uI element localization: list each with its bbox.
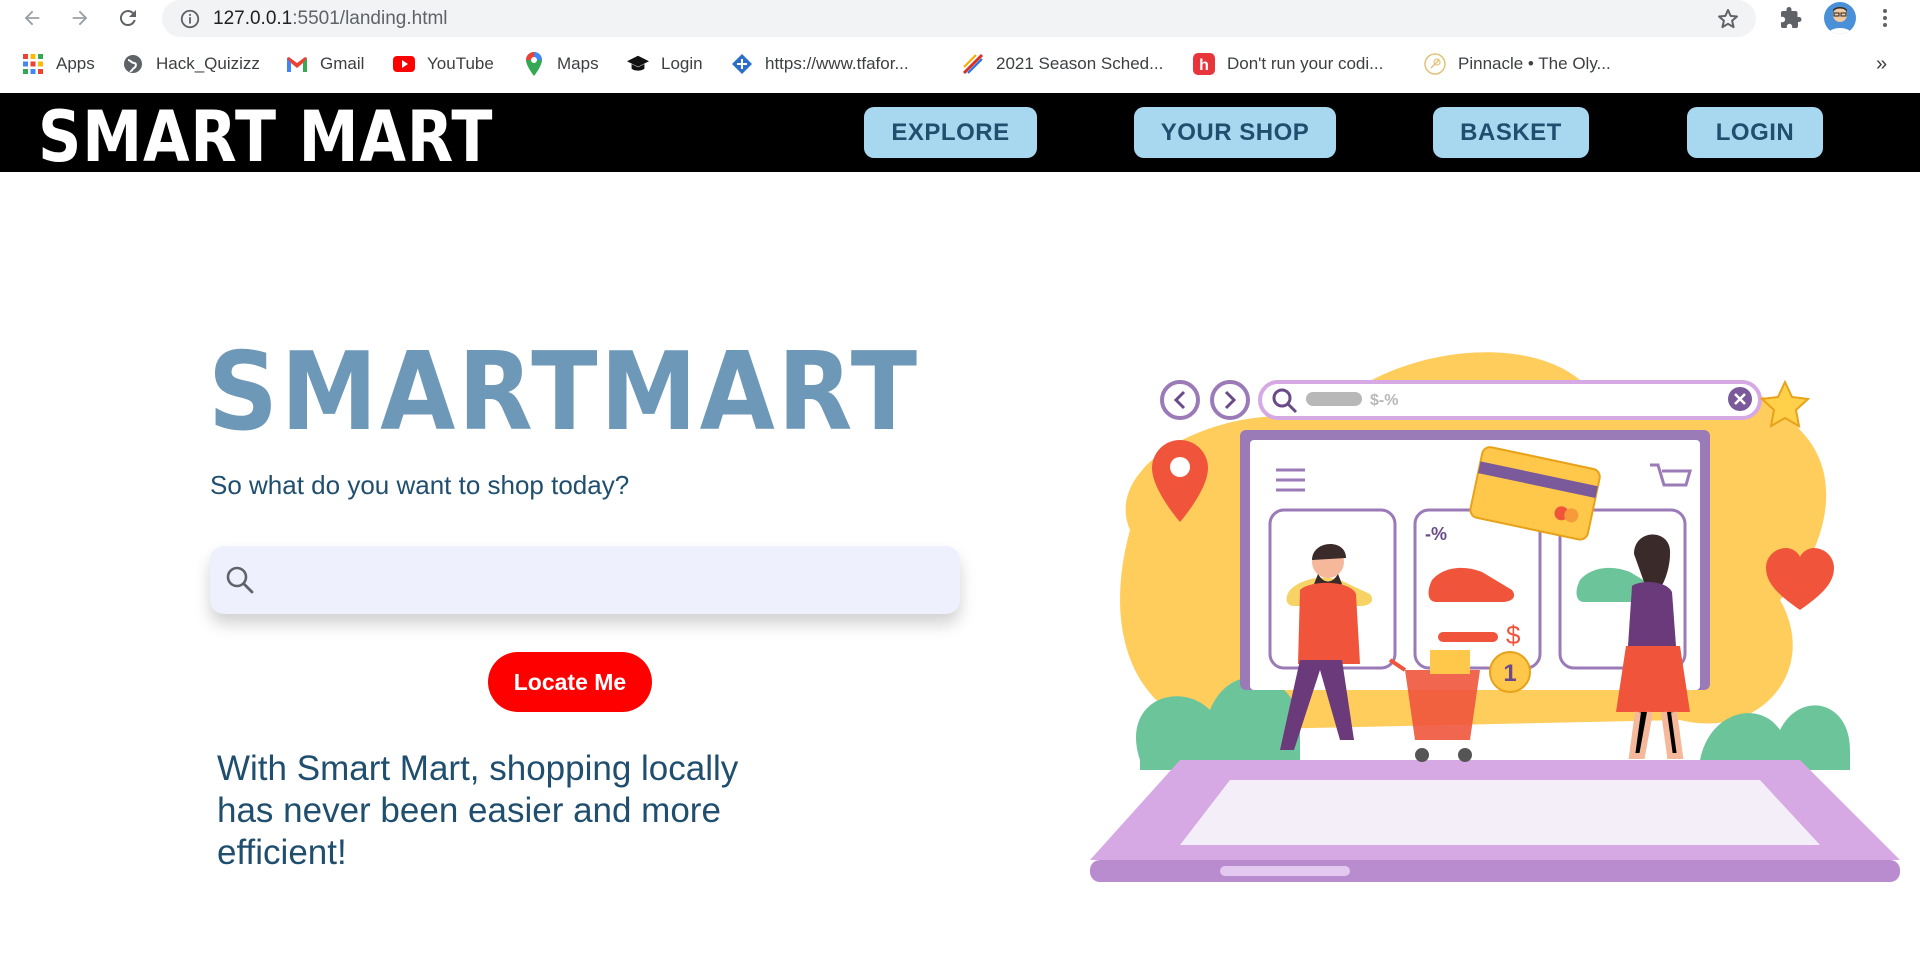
menu-kebab-icon[interactable] <box>1878 6 1892 30</box>
overflow-chevron-icon: » <box>1876 53 1888 75</box>
locate-me-button[interactable]: Locate Me <box>488 652 652 712</box>
illus-back-icon <box>1160 380 1200 420</box>
bookmark-label: Maps <box>557 54 599 73</box>
cart-badge-count: 1 <box>1503 660 1516 687</box>
laptop-front-edge <box>1090 860 1900 882</box>
site-navbar: SMART MART EXPLORE YOUR SHOP BASKET LOGI… <box>0 93 1920 178</box>
schedule-icon <box>962 53 984 75</box>
illus-search-text: $-% <box>1370 392 1398 409</box>
address-bar[interactable]: 127.0.0.1:5501/landing.html <box>162 0 1756 37</box>
maps-pin-icon <box>523 52 545 76</box>
bookmark-label: Gmail <box>320 54 365 73</box>
url-text: 127.0.0.1:5501/landing.html <box>213 8 448 30</box>
reload-icon <box>119 10 136 27</box>
back-button[interactable] <box>20 6 44 30</box>
bookmark-login[interactable]: Login <box>627 53 703 75</box>
laptop-screen-inset <box>1180 780 1820 845</box>
bookmark-maps[interactable]: Maps <box>523 52 599 76</box>
bookmark-star-icon[interactable] <box>1716 7 1740 31</box>
arrow-right-icon <box>72 10 88 26</box>
h-icon: h <box>1193 53 1215 75</box>
profile-avatar[interactable] <box>1824 2 1856 34</box>
price-bar <box>1438 632 1498 642</box>
arrow-left-icon <box>24 10 40 26</box>
gmail-icon <box>286 53 308 75</box>
url-path: :5501/landing.html <box>292 8 448 29</box>
avatar-icon <box>1828 7 1852 34</box>
bookmark-tfafor[interactable]: https://www.tfafor... <box>731 53 909 75</box>
bookmark-label: Apps <box>56 54 95 73</box>
discount-label: -% <box>1425 524 1447 544</box>
search-icon <box>226 566 254 594</box>
brand-logo[interactable]: SMART MART <box>38 96 493 178</box>
bookmark-hack-quizizz[interactable]: Hack_Quizizz <box>122 53 260 75</box>
tfa-icon <box>731 53 753 75</box>
bookmark-label: Login <box>661 54 703 73</box>
bookmark-pinnacle[interactable]: Pinnacle • The Oly... <box>1424 53 1611 75</box>
laptop-trackpad <box>1220 866 1350 876</box>
hero-tagline: With Smart Mart, shopping locally has ne… <box>217 749 739 872</box>
bookmark-label: 2021 Season Sched... <box>996 54 1164 73</box>
price-symbol: $ <box>1506 620 1521 650</box>
bookmark-youtube[interactable]: YouTube <box>393 53 494 75</box>
youtube-icon <box>393 53 415 75</box>
apps-grid-icon <box>22 53 44 75</box>
browser-toolbar: 127.0.0.1:5501/landing.html <box>0 0 1920 37</box>
hero-subtitle: So what do you want to shop today? <box>210 470 630 500</box>
illus-forward-icon <box>1210 380 1250 420</box>
bookmark-label: Hack_Quizizz <box>156 54 260 73</box>
bookmark-label: Don't run your codi... <box>1227 54 1384 73</box>
bookmark-gmail[interactable]: Gmail <box>286 53 364 75</box>
bookmark-apps[interactable]: Apps <box>22 53 95 75</box>
nav-basket-button[interactable]: BASKET <box>1433 107 1589 158</box>
bookmark-season-schedule[interactable]: 2021 Season Sched... <box>962 53 1163 75</box>
pinnacle-icon <box>1424 53 1446 75</box>
url-host: 127.0.0.1 <box>213 8 293 29</box>
graduation-cap-icon <box>627 53 649 75</box>
svg-text:h: h <box>1199 57 1209 74</box>
bookmark-dont-run[interactable]: h Don't run your codi... <box>1193 53 1383 75</box>
extensions-icon[interactable] <box>1779 6 1803 30</box>
info-icon <box>180 9 200 29</box>
bookmark-label: https://www.tfafor... <box>765 54 909 73</box>
bookmarks-overflow[interactable]: » <box>1876 53 1887 76</box>
bookmarks-bar: Apps Hack_Quizizz Gmail YouTube Maps Log… <box>0 42 1920 88</box>
online-shopping-illustration: $-% -% $ 1 <box>1090 352 1900 882</box>
product-search-bar[interactable] <box>210 546 960 614</box>
hero-title: SMARTMART <box>208 330 920 455</box>
reload-button[interactable] <box>116 6 140 30</box>
globe-icon <box>122 53 144 75</box>
nav-your-shop-button[interactable]: YOUR SHOP <box>1134 107 1336 158</box>
nav-explore-button[interactable]: EXPLORE <box>864 107 1037 158</box>
bookmark-label: Pinnacle • The Oly... <box>1458 54 1611 73</box>
bookmark-label: YouTube <box>427 54 494 73</box>
search-input[interactable] <box>276 556 940 606</box>
nav-login-button[interactable]: LOGIN <box>1687 107 1823 158</box>
forward-button[interactable] <box>68 6 92 30</box>
